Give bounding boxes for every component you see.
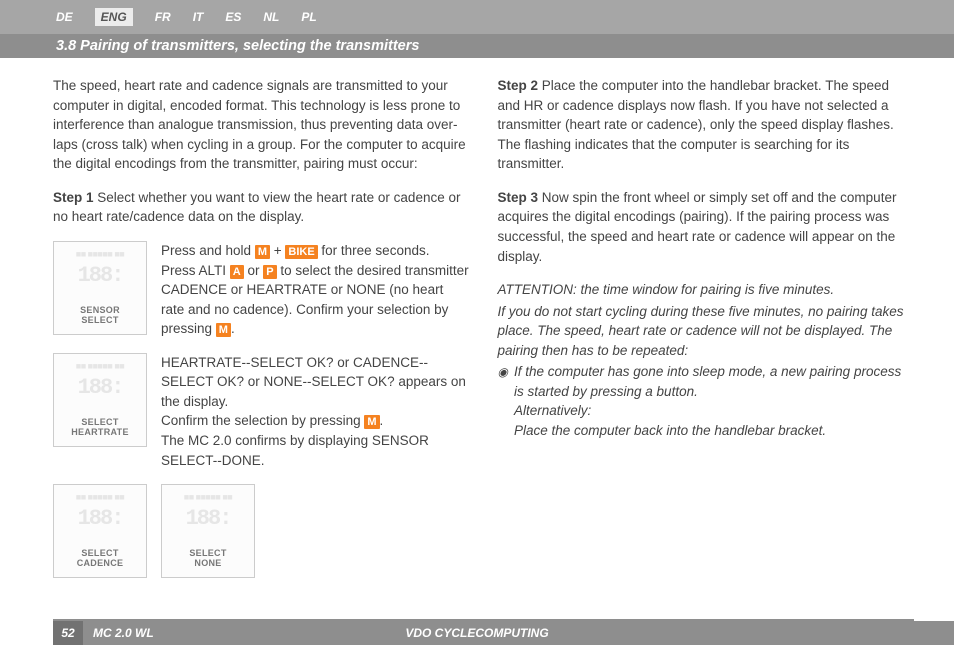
step2-paragraph: Step 2 Place the computer into the handl… xyxy=(498,76,915,174)
figure-row-2: ■■ ■■■■■ ■■ 188: SELECT HEARTRATE HEARTR… xyxy=(53,353,470,470)
instruction-block-2: HEARTRATE--SELECT OK? or CADENCE--SELECT… xyxy=(161,353,470,470)
right-column: Step 2 Place the computer into the handl… xyxy=(498,76,915,592)
lang-de[interactable]: DE xyxy=(56,10,73,24)
step2-label: Step 2 xyxy=(498,78,539,93)
model-name: MC 2.0 WL xyxy=(93,626,154,640)
figure-row-3: ■■ ■■■■■ ■■ 188: SELECT CADENCE ■■ ■■■■■… xyxy=(53,484,470,578)
figure-label: SELECT NONE xyxy=(189,549,226,569)
figure-none: ■■ ■■■■■ ■■ 188: SELECT NONE xyxy=(161,484,255,578)
figure-label: SELECT HEARTRATE xyxy=(71,418,129,438)
figure-row-1: ■■ ■■■■■ ■■ 188: SENSOR SELECT Press and… xyxy=(53,241,470,339)
figure-label: SELECT CADENCE xyxy=(77,549,124,569)
lang-nl[interactable]: NL xyxy=(263,10,279,24)
step3-text: Now spin the front wheel or simply set o… xyxy=(498,190,897,264)
bullet-2: Alternatively: xyxy=(514,401,914,421)
step1-label: Step 1 xyxy=(53,190,94,205)
a-button-icon: A xyxy=(230,265,244,279)
step1-paragraph: Step 1 Select whether you want to view t… xyxy=(53,188,470,227)
bullet-icon: ◉ xyxy=(498,364,508,381)
bike-button-icon: BIKE xyxy=(285,245,317,259)
intro-paragraph: The speed, heart rate and cadence signal… xyxy=(53,76,470,174)
step3-label: Step 3 xyxy=(498,190,539,205)
manual-page: DE ENG FR IT ES NL PL 3.8 Pairing of tra… xyxy=(0,0,954,645)
figure-label: SENSOR SELECT xyxy=(80,306,120,326)
language-tabs: DE ENG FR IT ES NL PL xyxy=(0,0,954,34)
bullet-row: ◉ If the computer has gone into sleep mo… xyxy=(498,362,915,440)
figure-cadence: ■■ ■■■■■ ■■ 188: SELECT CADENCE xyxy=(53,484,147,578)
section-title-bar: 3.8 Pairing of transmitters, selecting t… xyxy=(0,34,954,58)
footer-bar: 52 MC 2.0 WL VDO CYCLECOMPUTING xyxy=(53,621,954,645)
content-area: The speed, heart rate and cadence signal… xyxy=(0,58,954,602)
lang-es[interactable]: ES xyxy=(225,10,241,24)
footer: 52 MC 2.0 WL VDO CYCLECOMPUTING xyxy=(0,619,954,645)
lang-it[interactable]: IT xyxy=(193,10,204,24)
m-button-icon: M xyxy=(255,245,270,259)
attention-1: ATTENTION: the time window for pairing i… xyxy=(498,280,915,300)
m-button-icon: M xyxy=(364,415,379,429)
left-column: The speed, heart rate and cadence signal… xyxy=(53,76,470,592)
instruction-block-1: Press and hold M + BIKE for three second… xyxy=(161,241,470,339)
p-button-icon: P xyxy=(263,265,276,279)
step2-text: Place the computer into the handlebar br… xyxy=(498,78,894,171)
figure-sensor-select: ■■ ■■■■■ ■■ 188: SENSOR SELECT xyxy=(53,241,147,335)
step3-paragraph: Step 3 Now spin the front wheel or simpl… xyxy=(498,188,915,266)
bullet-3: Place the computer back into the handleb… xyxy=(514,421,914,441)
lang-pl[interactable]: PL xyxy=(301,10,316,24)
section-title: 3.8 Pairing of transmitters, selecting t… xyxy=(56,38,419,54)
attention-2: If you do not start cycling during these… xyxy=(498,302,915,361)
page-number: 52 xyxy=(53,621,83,645)
lang-fr[interactable]: FR xyxy=(155,10,171,24)
m-button-icon: M xyxy=(216,323,231,337)
step1-text: Select whether you want to view the hear… xyxy=(53,190,460,225)
lang-eng[interactable]: ENG xyxy=(95,8,133,26)
brand-name: VDO CYCLECOMPUTING xyxy=(405,626,548,640)
figure-heartrate: ■■ ■■■■■ ■■ 188: SELECT HEARTRATE xyxy=(53,353,147,447)
bullet-1: If the computer has gone into sleep mode… xyxy=(514,362,914,401)
